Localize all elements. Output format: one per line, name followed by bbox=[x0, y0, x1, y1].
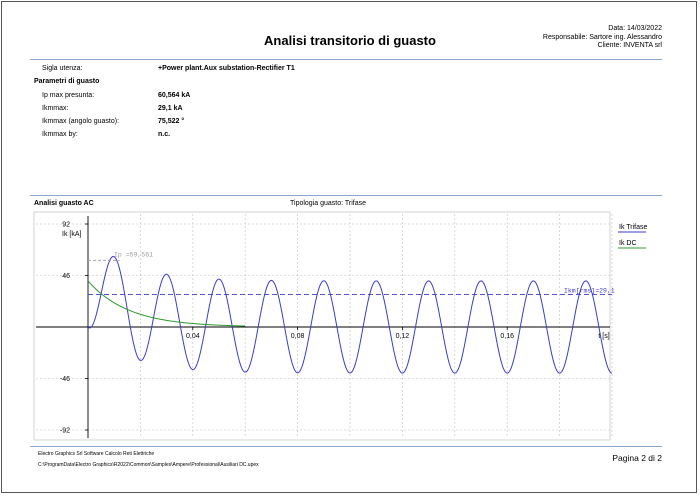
x-tick-label: 0,12 bbox=[396, 333, 410, 340]
ip-peak-label: Ip =59,561 bbox=[114, 251, 153, 258]
footer-divider bbox=[30, 446, 662, 447]
x-tick-label: 0,16 bbox=[500, 333, 514, 340]
legend-label: Ik Trifase bbox=[619, 224, 648, 231]
x-tick-label: 0,08 bbox=[291, 333, 305, 340]
footer-path: C:\ProgramData\Electro Graphics\R2022\Co… bbox=[38, 462, 259, 468]
y-tick-label: 92 bbox=[62, 222, 70, 229]
fault-current-chart: 9246-46-920,04 0,08 0,12 0,16Ik [kA]t [s]Ip… bbox=[33, 211, 648, 441]
y-tick-label: -46 bbox=[60, 376, 70, 383]
plot-frame bbox=[33, 211, 611, 441]
footer-company: Electro Graphics Srl Software Calcolo Re… bbox=[38, 451, 155, 457]
y-tick-label: -92 bbox=[60, 428, 70, 435]
page-number: Pagina 2 di 2 bbox=[612, 453, 662, 463]
x-tick-label: 0,04 bbox=[186, 333, 200, 340]
ikm-rms-label: Ikm[rms]=29,1 bbox=[564, 287, 615, 294]
y-tick-label: 46 bbox=[62, 273, 70, 280]
legend-label: Ik DC bbox=[619, 240, 637, 247]
series-ik-dc-line bbox=[87, 280, 246, 327]
y-axis-label: Ik [kA] bbox=[62, 231, 82, 238]
